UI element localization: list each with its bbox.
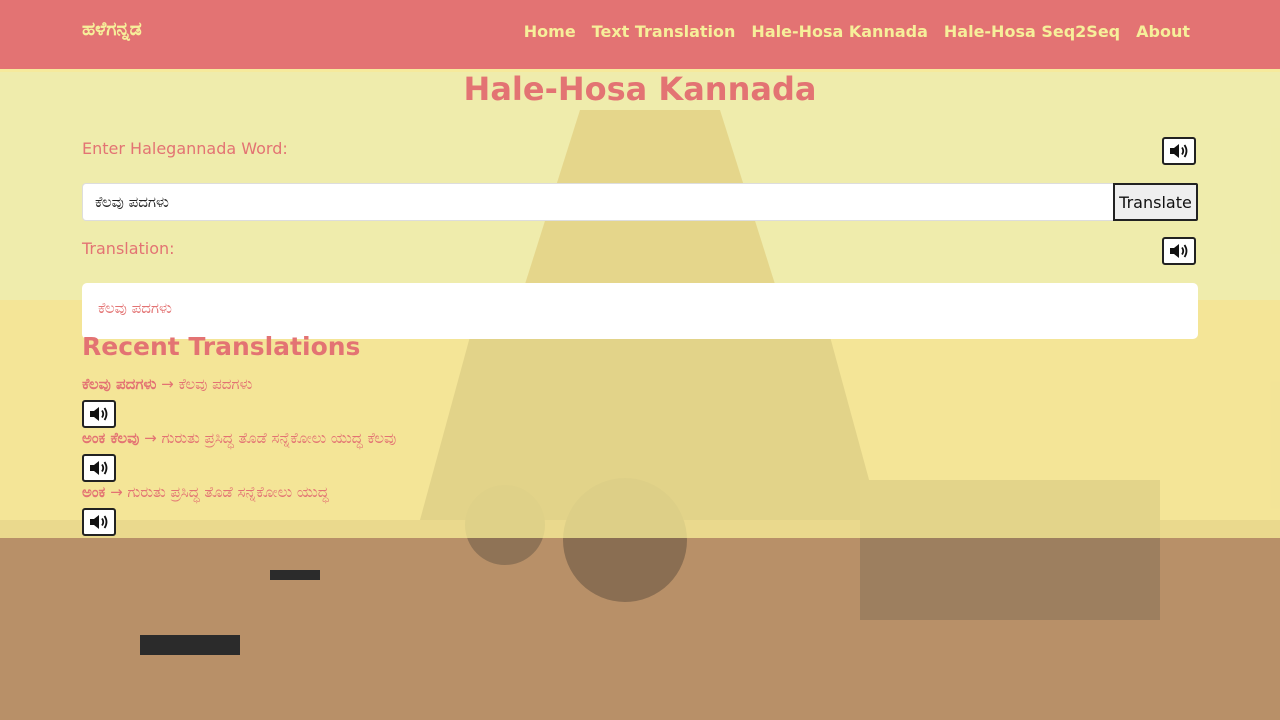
input-label: Enter Halegannada Word: xyxy=(82,139,288,158)
translation-speak-button[interactable] xyxy=(1162,237,1196,265)
arrow-icon: → xyxy=(144,429,157,447)
recent-target: ಗುರುತು ಪ್ರಸಿದ್ಧ ತೊಡೆ ಸನ್ನೆಕೋಲು ಯುದ್ಧ ಕೆಲ… xyxy=(161,429,397,447)
nav-links: Home Text Translation Hale-Hosa Kannada … xyxy=(524,22,1190,41)
arrow-icon: → xyxy=(161,375,174,393)
recent-speak-button[interactable] xyxy=(82,400,116,428)
recent-source: ಅಂಕ ಕೆಲವು xyxy=(82,429,140,447)
top-navbar: ಹಳೆಗನ್ನಡ Home Text Translation Hale-Hosa… xyxy=(0,0,1280,72)
recent-source: ಅಂಕ xyxy=(82,483,106,501)
recent-translations-list: ಕೆಲವು ಪದಗಳು → ಕೆಲವು ಪದಗಳು ಅಂಕ ಕೆಲವು → ಗು… xyxy=(82,374,1198,536)
list-item: ಅಂಕ → ಗುರುತು ಪ್ರಸಿದ್ಧ ತೊಡೆ ಸನ್ನೆಕೋಲು ಯುದ… xyxy=(82,482,1198,536)
nav-link-text-translation[interactable]: Text Translation xyxy=(592,22,736,41)
speaker-icon xyxy=(90,407,108,421)
brand-logo[interactable]: ಹಳೆಗನ್ನಡ xyxy=(82,18,142,40)
list-item: ಕೆಲವು ಪದಗಳು → ಕೆಲವು ಪದಗಳು xyxy=(82,374,1198,428)
translation-output: ಕೆಲವು ಪದಗಳು xyxy=(82,283,1198,339)
speaker-icon xyxy=(90,461,108,475)
translate-button[interactable]: Translate xyxy=(1113,183,1198,221)
nav-link-about[interactable]: About xyxy=(1136,22,1190,41)
speaker-icon xyxy=(90,515,108,529)
recent-speak-button[interactable] xyxy=(82,508,116,536)
speaker-icon xyxy=(1170,144,1188,158)
translation-label: Translation: xyxy=(82,239,175,258)
nav-link-hale-hosa-kannada[interactable]: Hale-Hosa Kannada xyxy=(751,22,927,41)
page-title: Hale-Hosa Kannada xyxy=(463,70,817,108)
word-input-group: Translate xyxy=(82,183,1198,221)
nav-link-home[interactable]: Home xyxy=(524,22,576,41)
arrow-icon: → xyxy=(110,483,123,501)
speaker-icon xyxy=(1170,244,1188,258)
recent-speak-button[interactable] xyxy=(82,454,116,482)
recent-translations-heading: Recent Translations xyxy=(82,332,361,361)
nav-link-hale-hosa-seq2seq[interactable]: Hale-Hosa Seq2Seq xyxy=(944,22,1120,41)
halegannada-word-input[interactable] xyxy=(82,183,1114,221)
list-item: ಅಂಕ ಕೆಲವು → ಗುರುತು ಪ್ರಸಿದ್ಧ ತೊಡೆ ಸನ್ನೆಕೋ… xyxy=(82,428,1198,482)
recent-target: ಗುರುತು ಪ್ರಸಿದ್ಧ ತೊಡೆ ಸನ್ನೆಕೋಲು ಯುದ್ಧ xyxy=(127,483,329,501)
recent-source: ಕೆಲವು ಪದಗಳು xyxy=(82,375,157,393)
recent-target: ಕೆಲವು ಪದಗಳು xyxy=(178,375,253,393)
input-speak-button[interactable] xyxy=(1162,137,1196,165)
